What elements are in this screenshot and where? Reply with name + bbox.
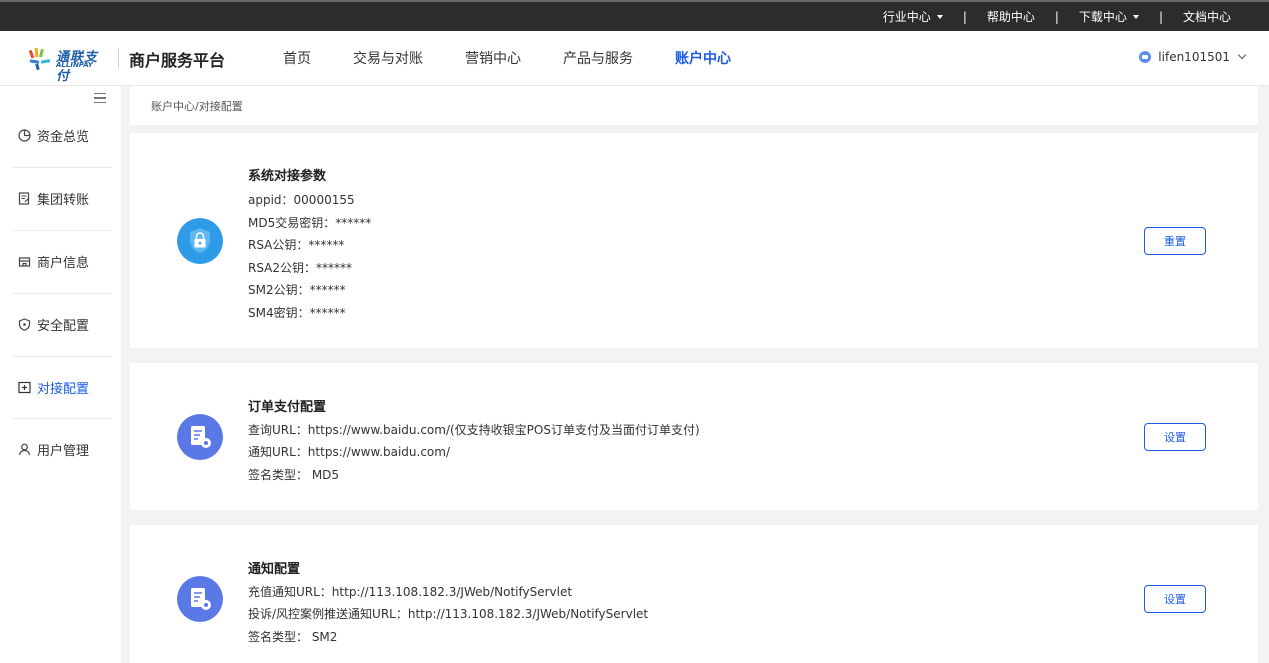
config-doc-icon — [177, 414, 223, 460]
help-center-label: 帮助中心 — [986, 10, 1035, 24]
help-center-link[interactable]: 帮助中心 — [987, 8, 1035, 25]
sidebar-item-fund-overview[interactable]: 资金总览 — [12, 104, 112, 166]
sidebar-item-label: 对接配置 — [37, 381, 90, 397]
notify-settings-button[interactable]: 设置 — [1144, 585, 1206, 613]
query-url-line: 查询URL：https://www.baidu.com/(仅支持收银宝POS订单… — [248, 423, 700, 437]
sidebar: 资金总览 集团转账 商户信息 安全配置 对接配置 用户管理 — [0, 86, 121, 663]
username: lifen101501 — [1158, 50, 1230, 64]
card-order-payment: 订单支付配置 查询URL：https://www.baidu.com/(仅支持收… — [130, 363, 1258, 510]
brand-name-en: ALLINPAY — [56, 61, 93, 69]
sidebar-item-label: 安全配置 — [37, 318, 90, 334]
nav-products[interactable]: 产品与服务 — [563, 48, 633, 68]
order-settings-button[interactable]: 设置 — [1144, 423, 1206, 451]
sidebar-item-user-management[interactable]: 用户管理 — [12, 418, 112, 480]
sidebar-item-group-transfer[interactable]: 集团转账 — [12, 167, 112, 229]
shield-icon — [17, 317, 31, 331]
utility-links: 行业中心 | 帮助中心 | 下载中心 | 文档中心 — [883, 2, 1231, 31]
sm2-key-line: SM2公钥：****** — [248, 283, 346, 297]
allinpay-logo-mark-icon — [28, 47, 51, 71]
download-center-label: 下载中心 — [1078, 10, 1127, 24]
store-icon — [17, 254, 31, 268]
industry-center-label: 行业中心 — [882, 10, 931, 24]
card-title: 通知配置 — [248, 562, 301, 577]
download-center-link[interactable]: 下载中心 — [1079, 8, 1139, 25]
doc-center-label: 文档中心 — [1182, 10, 1231, 24]
rsa2-key-line: RSA2公钥：****** — [248, 261, 353, 275]
sidebar-item-security[interactable]: 安全配置 — [12, 293, 112, 355]
reset-button[interactable]: 重置 — [1144, 227, 1206, 255]
document-edit-icon — [17, 191, 31, 205]
user-icon — [17, 442, 31, 456]
md5-key-line: MD5交易密钥：****** — [248, 216, 372, 230]
pie-clock-icon — [17, 128, 31, 142]
sign-type-line: 签名类型： SM2 — [248, 630, 338, 644]
complaint-notify-url-line: 投诉/风控案例推送通知URL：http://113.108.182.3/JWeb… — [248, 607, 649, 621]
industry-center-link[interactable]: 行业中心 — [883, 8, 943, 25]
sidebar-item-label: 集团转账 — [37, 192, 90, 208]
sm4-key-line: SM4密钥：****** — [248, 306, 346, 320]
sign-type-line: 签名类型： MD5 — [248, 468, 340, 482]
caret-down-icon — [936, 14, 943, 19]
appid-line: appid：00000155 — [248, 193, 355, 207]
config-doc-icon — [177, 576, 223, 622]
sidebar-item-label: 商户信息 — [37, 255, 90, 271]
lock-icon — [177, 218, 223, 264]
sidebar-item-label: 资金总览 — [37, 129, 90, 145]
card-notification: 通知配置 充值通知URL：http://113.108.182.3/JWeb/N… — [130, 525, 1258, 663]
sidebar-item-label: 用户管理 — [37, 443, 90, 459]
separator: | — [1158, 9, 1163, 24]
nav-transactions[interactable]: 交易与对账 — [353, 48, 423, 68]
breadcrumb-bar: 账户中心/对接配置 — [130, 86, 1258, 125]
sidebar-item-integration[interactable]: 对接配置 — [12, 356, 112, 418]
top-utility-bar: 行业中心 | 帮助中心 | 下载中心 | 文档中心 — [0, 0, 1269, 31]
nav-account-center[interactable]: 账户中心 — [675, 48, 731, 68]
doc-center-link[interactable]: 文档中心 — [1183, 8, 1231, 25]
chevron-down-icon — [1237, 50, 1247, 60]
nav-marketing[interactable]: 营销中心 — [465, 48, 521, 68]
separator: | — [962, 9, 967, 24]
allinpay-logo[interactable]: 通联支付 ALLINPAY — [28, 45, 108, 84]
header-divider — [118, 48, 119, 68]
breadcrumb: 账户中心/对接配置 — [151, 100, 243, 113]
separator: | — [1054, 9, 1059, 24]
card-title: 系统对接参数 — [248, 169, 327, 184]
recharge-notify-url-line: 充值通知URL：http://113.108.182.3/JWeb/Notify… — [248, 585, 573, 599]
connect-icon — [17, 380, 31, 394]
sidebar-item-merchant-info[interactable]: 商户信息 — [12, 230, 112, 292]
main-header: 通联支付 ALLINPAY 商户服务平台 首页 交易与对账 营销中心 产品与服务… — [0, 31, 1269, 86]
caret-down-icon — [1132, 14, 1139, 19]
nav-home[interactable]: 首页 — [283, 48, 311, 68]
notify-url-line: 通知URL：https://www.baidu.com/ — [248, 445, 450, 459]
platform-title: 商户服务平台 — [129, 51, 226, 70]
rsa-key-line: RSA公钥：****** — [248, 238, 345, 252]
user-menu[interactable]: lifen101501 — [1139, 50, 1247, 64]
user-avatar-icon — [1139, 51, 1152, 63]
card-system-params: 系统对接参数 appid：00000155 MD5交易密钥：****** RSA… — [130, 133, 1258, 348]
card-title: 订单支付配置 — [248, 400, 327, 415]
main-nav: 首页 交易与对账 营销中心 产品与服务 账户中心 — [283, 48, 773, 68]
menu-toggle-icon[interactable] — [94, 93, 106, 103]
